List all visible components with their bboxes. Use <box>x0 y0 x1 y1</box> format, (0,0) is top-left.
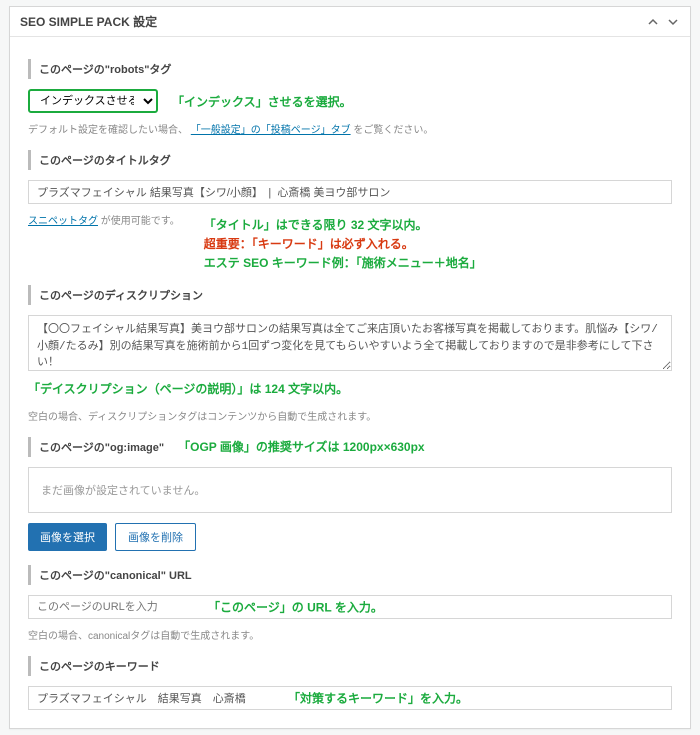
panel-header-icons <box>646 15 680 29</box>
delete-image-button[interactable]: 画像を削除 <box>115 523 196 551</box>
select-image-button[interactable]: 画像を選択 <box>28 523 107 551</box>
title-input[interactable] <box>28 180 672 204</box>
robots-help-post: をご覧ください。 <box>353 125 433 136</box>
description-section: このページのディスクリプション 「デイスクリプション（ページの説明）」は 124… <box>28 285 672 423</box>
description-textarea[interactable] <box>28 315 672 371</box>
canonical-section: このページの"canonical" URL 「このページ」の URL を入力。 … <box>28 565 672 642</box>
ogimage-preview: まだ画像が設定されていません。 <box>28 467 672 513</box>
keywords-input[interactable] <box>28 686 672 710</box>
robots-help-link[interactable]: 「一般設定」の「投稿ページ」タブ <box>191 125 351 136</box>
ogimage-section: このページの"og:image" 「OGP 画像」の推奨サイズは 1200px×… <box>28 437 672 551</box>
robots-help-pre: デフォルト設定を確認したい場合、 <box>28 125 188 136</box>
robots-heading: このページの"robots"タグ <box>28 59 672 79</box>
keywords-section: このページのキーワード 「対策するキーワード」を入力。 <box>28 656 672 710</box>
title-heading: このページのタイトルタグ <box>28 150 672 170</box>
keywords-heading: このページのキーワード <box>28 656 672 676</box>
panel-header[interactable]: SEO SIMPLE PACK 設定 <box>10 7 690 37</box>
panel-title: SEO SIMPLE PACK 設定 <box>20 13 157 30</box>
snippet-after: が使用可能です。 <box>98 216 180 227</box>
description-note: 空白の場合、ディスクリプションタグはコンテンツから自動で生成されます。 <box>28 408 672 423</box>
title-snippet-note: スニペットタグ が使用可能です。 <box>28 212 180 227</box>
panel-body: このページの"robots"タグ インデックスさせる 「インデックス」させるを選… <box>10 37 690 728</box>
title-annot-3: エステ SEO キーワード例：「施術メニュー＋地名」 <box>204 254 482 271</box>
title-annot-2: 超重要：「キーワード」は必ず入れる。 <box>204 235 482 252</box>
canonical-note: 空白の場合、canonicalタグは自動で生成されます。 <box>28 627 672 642</box>
title-annot-1: 「タイトル」はできる限り 32 文字以内。 <box>204 216 482 233</box>
robots-select[interactable]: インデックスさせる <box>28 89 158 113</box>
description-heading: このページのディスクリプション <box>28 285 672 305</box>
expand-icon[interactable] <box>666 15 680 29</box>
snippet-tag-link[interactable]: スニペットタグ <box>28 216 98 227</box>
canonical-input[interactable] <box>28 595 672 619</box>
ogimage-heading: このページの"og:image" <box>28 437 164 457</box>
robots-section: このページの"robots"タグ インデックスさせる 「インデックス」させるを選… <box>28 59 672 136</box>
robots-help: デフォルト設定を確認したい場合、 「一般設定」の「投稿ページ」タブ をご覧くださ… <box>28 121 672 136</box>
title-section: このページのタイトルタグ スニペットタグ が使用可能です。 「タイトル」はできる… <box>28 150 672 271</box>
description-annotation: 「デイスクリプション（ページの説明）」は 124 文字以内。 <box>28 382 348 396</box>
canonical-heading: このページの"canonical" URL <box>28 565 672 585</box>
seo-settings-panel: SEO SIMPLE PACK 設定 このページの"robots"タグ インデッ… <box>9 6 691 729</box>
robots-annotation: 「インデックス」させるを選択。 <box>172 93 352 110</box>
collapse-icon[interactable] <box>646 15 660 29</box>
ogimage-empty-text: まだ画像が設定されていません。 <box>41 485 205 497</box>
ogimage-annotation: 「OGP 画像」の推奨サイズは 1200px×630px <box>178 438 425 455</box>
title-annotations: 「タイトル」はできる限り 32 文字以内。 超重要：「キーワード」は必ず入れる。… <box>204 216 482 271</box>
